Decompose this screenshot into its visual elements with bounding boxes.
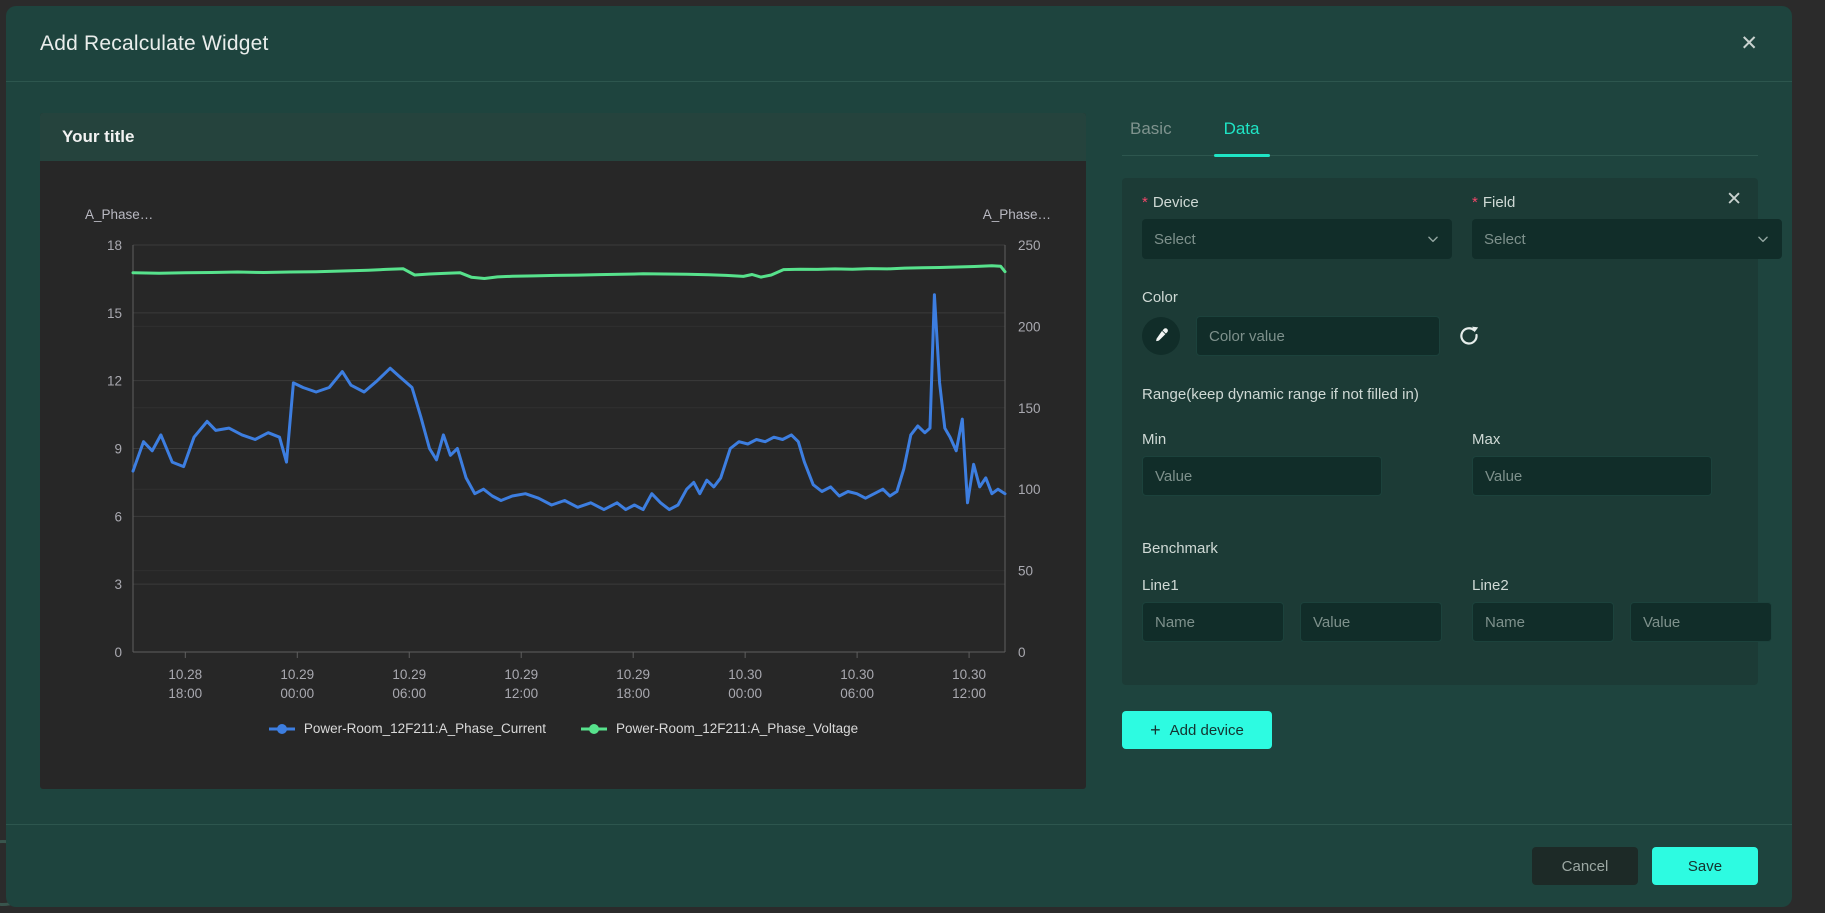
min-value-input[interactable] [1142,456,1382,496]
max-value-input[interactable] [1472,456,1712,496]
svg-text:10.29: 10.29 [392,667,426,682]
device-label: * Device [1142,194,1452,211]
device-select[interactable]: Select [1142,219,1452,259]
device-select-placeholder: Select [1154,231,1196,248]
svg-text:00:00: 00:00 [728,686,762,701]
settings-panel: Basic Data ✕ * Device * Field [1122,113,1758,794]
svg-text:00:00: 00:00 [280,686,314,701]
legend-marker-blue [268,723,296,735]
refresh-button[interactable] [1456,323,1482,349]
device-field-labels-row: * Device * Field [1142,194,1738,211]
svg-text:150: 150 [1018,401,1041,416]
field-select-placeholder: Select [1484,231,1526,248]
dialog-body: Your title 0 3 6 9 12 15 18 0 50 100 150 200 250 A_Ph… [6,83,1792,824]
svg-text:10.30: 10.30 [952,667,986,682]
svg-text:6: 6 [114,509,122,524]
screen: Add Recalculate Widget ✕ Your title 0 3 6 9… [0,0,1825,913]
svg-text:12: 12 [107,374,122,389]
max-label: Max [1472,431,1782,448]
legend-marker-green [580,723,608,735]
widget-preview-title: Your title [62,127,134,147]
svg-text:18:00: 18:00 [168,686,202,701]
preview-chart: 0 3 6 9 12 15 18 0 50 100 150 200 250 A_Phase… A_Phase… [40,161,1086,706]
svg-text:10.29: 10.29 [616,667,650,682]
add-device-button[interactable]: + Add device [1122,711,1272,749]
svg-text:12:00: 12:00 [952,686,986,701]
svg-text:50: 50 [1018,564,1033,579]
line2-name-input[interactable] [1472,602,1614,642]
legend-item-current[interactable]: Power-Room_12F211:A_Phase_Current [268,721,546,736]
add-recalculate-widget-dialog: Add Recalculate Widget ✕ Your title 0 3 6 9… [6,6,1792,907]
minmax-labels-row: Min Max [1142,431,1738,448]
benchmark-label: Benchmark [1142,540,1738,557]
min-label: Min [1142,431,1452,448]
legend-label-current: Power-Room_12F211:A_Phase_Current [304,721,546,736]
line1-name-input[interactable] [1142,602,1284,642]
svg-text:10.28: 10.28 [168,667,202,682]
svg-text:3: 3 [114,577,122,592]
device-field-selects-row: Select Select [1142,211,1738,259]
svg-text:06:00: 06:00 [840,686,874,701]
svg-text:06:00: 06:00 [392,686,426,701]
dialog-header: Add Recalculate Widget ✕ [6,6,1792,82]
tab-data[interactable]: Data [1222,113,1262,155]
legend-label-voltage: Power-Room_12F211:A_Phase_Voltage [616,721,858,736]
svg-text:10.29: 10.29 [280,667,314,682]
chart-area: 0 3 6 9 12 15 18 0 50 100 150 200 250 A_Phase… A_Phase… [40,161,1086,789]
chevron-down-icon [1756,232,1770,246]
svg-text:18:00: 18:00 [616,686,650,701]
cancel-button[interactable]: Cancel [1532,847,1638,885]
add-device-label: Add device [1170,722,1244,739]
refresh-icon [1457,324,1481,348]
required-asterisk: * [1142,194,1148,211]
svg-text:15: 15 [107,306,122,321]
eyedropper-icon [1152,327,1170,345]
save-button[interactable]: Save [1652,847,1758,885]
svg-text:200: 200 [1018,319,1041,334]
line2-label: Line2 [1472,577,1782,594]
svg-text:18: 18 [107,238,122,253]
dialog-title: Add Recalculate Widget [40,32,269,56]
color-row [1142,316,1738,356]
benchmark-line-labels-row: Line1 Line2 [1142,577,1738,594]
svg-text:12:00: 12:00 [504,686,538,701]
dialog-footer: Cancel Save [6,824,1792,907]
svg-text:100: 100 [1018,482,1041,497]
svg-text:9: 9 [114,442,122,457]
range-label: Range(keep dynamic range if not filled i… [1142,386,1738,403]
color-value-input[interactable] [1196,316,1440,356]
widget-preview-panel: Your title 0 3 6 9 12 15 18 0 50 100 150 200 250 A_Ph… [40,113,1086,789]
chart-legend: Power-Room_12F211:A_Phase_Current Power-… [40,721,1086,736]
svg-text:0: 0 [114,645,122,660]
svg-text:10.30: 10.30 [840,667,874,682]
svg-text:0: 0 [1018,645,1026,660]
color-label: Color [1142,289,1738,306]
tab-bar: Basic Data [1122,113,1758,156]
card-close-icon[interactable]: ✕ [1726,190,1742,209]
svg-text:A_Phase…: A_Phase… [85,207,153,222]
widget-preview-header: Your title [40,113,1086,161]
line1-label: Line1 [1142,577,1452,594]
tab-basic[interactable]: Basic [1128,113,1174,155]
required-asterisk: * [1472,194,1478,211]
eyedropper-button[interactable] [1142,317,1180,355]
svg-text:250: 250 [1018,238,1041,253]
benchmark-line-inputs-row [1142,602,1738,642]
dialog-close-icon[interactable]: ✕ [1740,33,1758,54]
svg-text:10.30: 10.30 [728,667,762,682]
legend-item-voltage[interactable]: Power-Room_12F211:A_Phase_Voltage [580,721,858,736]
line1-value-input[interactable] [1300,602,1442,642]
svg-text:A_Phase…: A_Phase… [983,207,1051,222]
minmax-inputs-row [1142,456,1738,496]
plus-icon: + [1150,721,1161,739]
field-select[interactable]: Select [1472,219,1782,259]
line2-value-input[interactable] [1630,602,1772,642]
svg-text:10.29: 10.29 [504,667,538,682]
device-config-card: ✕ * Device * Field [1122,178,1758,685]
chevron-down-icon [1426,232,1440,246]
